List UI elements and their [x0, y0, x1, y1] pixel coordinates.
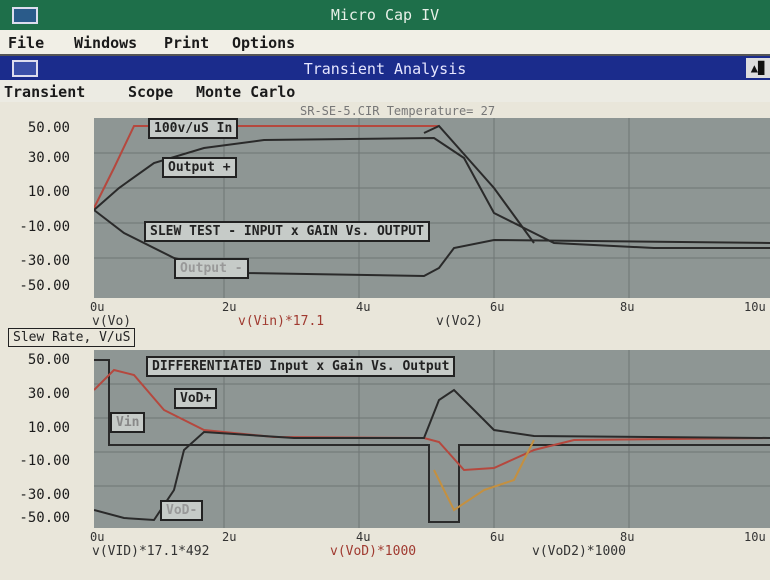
top-xtick: 2u	[222, 300, 237, 314]
maximize-icon[interactable]: ▲▉	[746, 58, 770, 78]
bottom-xtick: 2u	[222, 530, 237, 544]
top-xtick: 8u	[620, 300, 635, 314]
top-ytick: 30.00	[27, 150, 70, 166]
menu-monte-carlo[interactable]: Monte Carlo	[196, 83, 295, 101]
top-ytick: -30.00	[19, 253, 70, 269]
top-axis-vin: v(Vin)*17.1	[238, 314, 325, 329]
top-xtick: 4u	[356, 300, 371, 314]
top-ytick: 50.00	[27, 120, 70, 136]
bottom-xtick: 4u	[356, 530, 371, 544]
main-menubar: File Windows Print Options	[0, 30, 770, 56]
child-window-title: Transient Analysis	[303, 60, 467, 78]
menu-windows[interactable]: Windows	[74, 34, 137, 52]
menu-options[interactable]: Options	[232, 34, 295, 52]
top-axis-vo: v(Vo)	[92, 314, 132, 329]
trace-label-input: 100v/uS In	[148, 118, 239, 139]
bottom-axis-vod2: v(VoD2)*1000	[532, 544, 626, 559]
top-ytick: 10.00	[27, 184, 70, 200]
bottom-plot-title: DIFFERENTIATED Input x Gain Vs. Output	[146, 356, 456, 377]
bottom-xtick: 0u	[90, 530, 105, 544]
bottom-ytick: -30.00	[19, 487, 70, 503]
top-axis-vo2: v(Vo2)	[436, 314, 483, 329]
circuit-header: SR-SE-5.CIR Temperature= 27	[300, 104, 496, 118]
menu-print[interactable]: Print	[164, 34, 209, 52]
bottom-ytick: 10.00	[27, 420, 70, 436]
slew-rate-label: Slew Rate, V/uS	[8, 328, 136, 347]
trace-label-vin: Vin	[110, 412, 146, 433]
trace-label-output-plus: Output +	[162, 157, 237, 178]
menu-transient[interactable]: Transient	[4, 83, 85, 101]
bottom-axis-vod: v(VoD)*1000	[330, 544, 417, 559]
bottom-ytick: -10.00	[19, 453, 70, 469]
child-window-titlebar: Transient Analysis ▲▉	[0, 56, 770, 80]
analysis-menubar: Transient Scope Monte Carlo	[0, 80, 770, 102]
top-xtick: 0u	[90, 300, 105, 314]
trace-label-vod-minus: VoD-	[160, 500, 204, 521]
bottom-xtick: 6u	[490, 530, 505, 544]
menu-scope[interactable]: Scope	[128, 83, 173, 101]
top-xtick: 10u	[744, 300, 766, 314]
top-ytick: -10.00	[19, 219, 70, 235]
app-title: Micro Cap IV	[330, 6, 440, 24]
menu-file[interactable]: File	[8, 34, 44, 52]
bottom-ytick: 50.00	[27, 352, 70, 368]
bottom-xtick: 8u	[620, 530, 635, 544]
trace-label-output-minus: Output -	[174, 258, 249, 279]
top-xtick: 6u	[490, 300, 505, 314]
trace-label-vod-plus: VoD+	[174, 388, 218, 409]
bottom-xtick: 10u	[744, 530, 766, 544]
top-ytick: -50.00	[19, 278, 70, 294]
bottom-axis-vid: v(VID)*17.1*492	[92, 544, 210, 559]
bottom-ytick: 30.00	[27, 386, 70, 402]
top-plot-title: SLEW TEST - INPUT x GAIN Vs. OUTPUT	[144, 221, 430, 242]
analysis-workspace: SR-SE-5.CIR Temperature= 27 50.00 30.00 …	[0, 102, 770, 580]
app-titlebar: Micro Cap IV	[0, 0, 770, 30]
bottom-ytick: -50.00	[19, 510, 70, 526]
